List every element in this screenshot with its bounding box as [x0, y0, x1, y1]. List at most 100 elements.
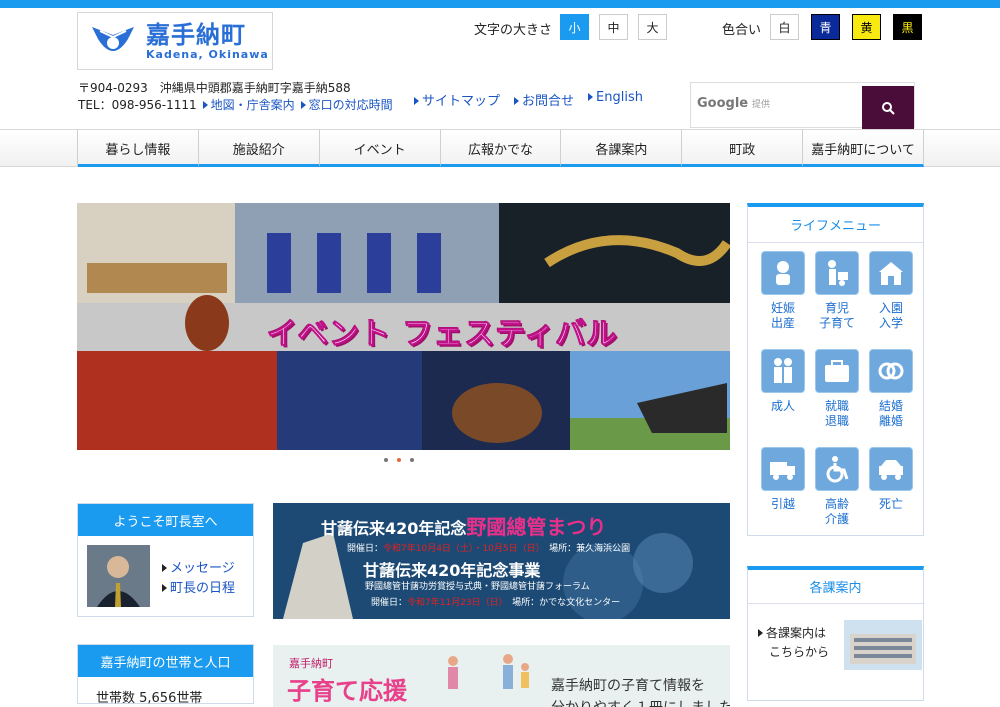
hearse-icon: [869, 447, 913, 491]
global-nav: 暮らし情報 施設紹介 イベント 広報かでな 各課案内 町政 嘉手納町について: [0, 129, 1000, 167]
adults-icon: [761, 349, 805, 393]
english-link[interactable]: English: [588, 90, 643, 109]
briefcase-icon: [815, 349, 859, 393]
arrow-icon: [414, 97, 419, 105]
wheelchair-icon: [815, 447, 859, 491]
school-icon: [869, 251, 913, 295]
site-logo[interactable]: 嘉手納町 Kadena, Okinawa: [77, 12, 273, 70]
font-size-large-button[interactable]: 大: [638, 14, 667, 40]
rings-icon: [869, 349, 913, 393]
search-input[interactable]: Google 提供: [697, 96, 770, 111]
life-item-label: 育児 子育て: [818, 301, 855, 330]
life-item-marriage[interactable]: 結婚 離婚: [864, 349, 918, 439]
sitemap-link[interactable]: サイトマップ: [414, 90, 500, 109]
life-item-label: 成人: [770, 399, 795, 413]
life-item-death[interactable]: 死亡: [864, 447, 918, 537]
arrow-icon: [588, 93, 594, 101]
life-item-label: 引越: [770, 497, 795, 511]
contact-row: TEL：098-956-1111 地図・庁舎案内 窓口の対応時間: [78, 96, 393, 113]
font-size-medium-button[interactable]: 中: [599, 14, 628, 40]
life-item-adulthood[interactable]: 成人: [756, 349, 810, 439]
life-item-label: 入園 入学: [878, 301, 903, 330]
arrow-icon: [300, 101, 306, 109]
mayor-schedule-link[interactable]: 町長の日程: [162, 579, 235, 599]
address: 〒904-0293 沖縄県中頭郡嘉手納町字嘉手納588: [78, 81, 351, 95]
tel: TEL：098-956-1111: [78, 98, 197, 112]
contact-link[interactable]: お問合せ: [514, 90, 574, 109]
arrow-icon: [162, 564, 167, 572]
departments-link[interactable]: 各課案内は こちらから: [758, 624, 829, 662]
mayor-photo: [87, 545, 150, 607]
color-blue-button[interactable]: 青: [811, 14, 840, 40]
logo-title: 嘉手納町: [146, 20, 246, 49]
nav-departments[interactable]: 各課案内: [561, 130, 683, 167]
search-button[interactable]: [862, 86, 914, 130]
baby-icon: [761, 251, 805, 295]
utility-links: サイトマップ お問合せ English: [414, 90, 643, 109]
hours-link[interactable]: 窓口の対応時間: [300, 96, 393, 113]
town-emblem-icon: [92, 27, 134, 51]
life-item-pregnancy[interactable]: 妊娠 出産: [756, 251, 810, 341]
carousel-dot[interactable]: [410, 458, 414, 462]
childcare-banner[interactable]: 嘉手納町 子育て応援 嘉手納町の子育て情報を 分かりやすく１冊にしました: [273, 645, 730, 707]
color-white-button[interactable]: 白: [770, 14, 799, 40]
carousel-dot[interactable]: [384, 458, 388, 462]
nav-about[interactable]: 嘉手納町について: [803, 130, 925, 167]
font-size-small-button[interactable]: 小: [560, 14, 589, 40]
family-illustration: [448, 654, 529, 689]
departments-heading: 各課案内: [748, 570, 923, 604]
mayor-message-link[interactable]: メッセージ: [162, 559, 235, 579]
arrow-icon: [202, 101, 208, 109]
arrow-icon: [162, 584, 167, 592]
life-item-label: 高齢 介護: [824, 497, 849, 526]
childcare-town: 嘉手納町: [289, 657, 333, 670]
truck-icon: [761, 447, 805, 491]
nav-pr[interactable]: 広報かでな: [440, 130, 562, 167]
festival-title: 甘藷伝来420年記念野國總管まつり: [321, 515, 607, 539]
town-hall-photo: [844, 620, 922, 670]
nav-government[interactable]: 町政: [682, 130, 804, 167]
life-item-school[interactable]: 入園 入学: [864, 251, 918, 341]
festival-events: 野國總管甘藷功労賞授与式典・野國總管甘藷フォーラム: [365, 582, 590, 592]
hero-banner[interactable]: イベント フェスティバル: [77, 203, 730, 450]
life-item-moving[interactable]: 引越: [756, 447, 810, 537]
childcare-title: 子育て応援: [287, 677, 407, 705]
life-item-label: 就職 退職: [824, 399, 849, 428]
life-item-childcare[interactable]: 育児 子育て: [810, 251, 864, 341]
life-item-label: 妊娠 出産: [770, 301, 795, 330]
departments-panel: 各課案内 各課案内は こちらから: [747, 566, 924, 701]
life-menu: ライフメニュー 妊娠 出産 育児 子育て 入園 入学 成人 就職 退職 結婚 離…: [747, 203, 924, 536]
festival-banner[interactable]: 甘藷伝来420年記念野國總管まつり 開催日：令和7年10月4日（土）・10月5日…: [273, 503, 730, 619]
color-yellow-button[interactable]: 黄: [852, 14, 881, 40]
arrow-icon: [758, 629, 763, 637]
font-size-label: 文字の大きさ: [474, 23, 553, 38]
population-panel: 嘉手納町の世帯と人口 世帯数 5,656世帯: [77, 644, 254, 706]
mayor-heading[interactable]: ようこそ町長室へ: [78, 504, 253, 536]
festival-date2: 開催日：令和7年11月23日（日） 場所：かでな文化センター: [371, 598, 621, 608]
logo-subtitle: Kadena, Okinawa: [146, 47, 269, 61]
color-black-button[interactable]: 黒: [893, 14, 922, 40]
banner-title: イベント フェスティバル: [267, 317, 618, 353]
household-count: 世帯数 5,656世帯: [96, 691, 203, 706]
festival-date1: 開催日：令和7年10月4日（土）・10月5日（日） 場所：兼久海浜公園: [347, 544, 631, 554]
nav-living[interactable]: 暮らし情報: [78, 130, 199, 167]
stroller-icon: [815, 251, 859, 295]
childcare-text1: 嘉手納町の子育て情報を: [551, 678, 705, 694]
carousel-dot-active[interactable]: [397, 458, 401, 462]
carousel-dots: [384, 458, 414, 462]
arrow-icon: [514, 97, 520, 105]
population-heading: 嘉手納町の世帯と人口: [78, 645, 253, 677]
top-accent-bar: [0, 0, 1000, 8]
nav-facilities[interactable]: 施設紹介: [198, 130, 320, 167]
color-scheme-label: 色合い: [722, 23, 762, 38]
life-item-employment[interactable]: 就職 退職: [810, 349, 864, 439]
search-box[interactable]: Google 提供: [690, 82, 915, 130]
life-item-label: 死亡: [878, 497, 903, 511]
mayor-panel: ようこそ町長室へ メッセージ 町長の日程: [77, 503, 254, 617]
map-link[interactable]: 地図・庁舎案内: [202, 96, 295, 113]
life-item-elderly-care[interactable]: 高齢 介護: [810, 447, 864, 537]
life-item-label: 結婚 離婚: [878, 399, 903, 428]
festival-subtitle: 甘藷伝来420年記念事業: [363, 561, 541, 580]
nav-events[interactable]: イベント: [319, 130, 441, 167]
life-menu-heading: ライフメニュー: [748, 207, 923, 243]
